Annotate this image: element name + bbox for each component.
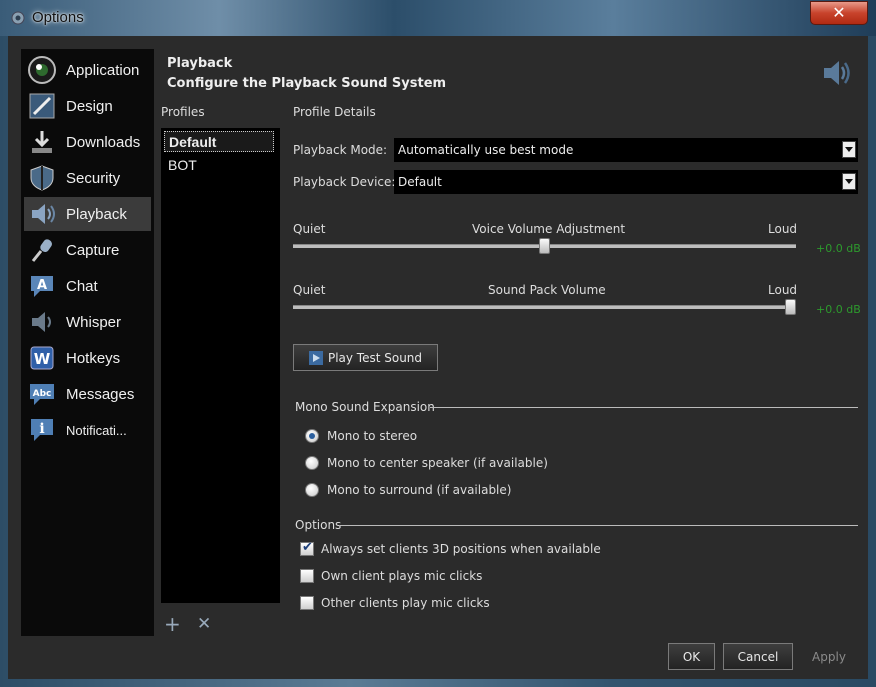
close-button[interactable]: ✕ bbox=[810, 1, 868, 25]
checkbox-other-mic-clicks[interactable] bbox=[300, 596, 314, 610]
sidebar-item-application[interactable]: Application bbox=[24, 53, 151, 87]
pack-volume-slider-thumb[interactable] bbox=[785, 299, 796, 315]
shield-icon bbox=[27, 163, 57, 193]
radio-mono-stereo[interactable] bbox=[305, 429, 319, 443]
checkbox-3d-positions[interactable] bbox=[300, 540, 314, 556]
microphone-icon bbox=[27, 235, 57, 265]
chevron-down-icon[interactable] bbox=[842, 141, 856, 158]
sidebar-item-messages[interactable]: Abc Messages bbox=[24, 377, 151, 411]
play-test-sound-button[interactable]: Play Test Sound bbox=[293, 344, 438, 371]
svg-text:i: i bbox=[39, 421, 44, 437]
sidebar-item-capture[interactable]: Capture bbox=[24, 233, 151, 267]
sidebar-item-label: Application bbox=[66, 61, 140, 79]
voice-volume-max-label: Loud bbox=[768, 222, 798, 236]
downloads-icon bbox=[27, 127, 57, 157]
checkbox-label[interactable]: Own client plays mic clicks bbox=[321, 569, 482, 583]
sidebar-item-whisper[interactable]: Whisper bbox=[24, 305, 151, 339]
page-subtitle: Configure the Playback Sound System bbox=[167, 76, 447, 91]
sidebar-item-label: Capture bbox=[66, 241, 120, 259]
playback-mode-value: Automatically use best mode bbox=[398, 143, 574, 157]
page-title: Playback bbox=[167, 56, 233, 71]
checkbox-label[interactable]: Other clients play mic clicks bbox=[321, 596, 490, 610]
sidebar-item-label: Messages bbox=[66, 385, 135, 403]
add-profile-button[interactable]: + bbox=[164, 612, 181, 636]
chat-icon: A bbox=[27, 271, 57, 301]
sidebar-item-label: Downloads bbox=[66, 133, 141, 151]
sidebar-item-label: Notificati... bbox=[66, 422, 127, 438]
window-title: Options bbox=[32, 9, 84, 26]
play-icon bbox=[308, 350, 323, 365]
sidebar-item-label: Hotkeys bbox=[66, 349, 121, 367]
radio-label[interactable]: Mono to center speaker (if available) bbox=[327, 456, 548, 470]
cancel-button[interactable]: Cancel bbox=[723, 643, 793, 670]
sidebar-item-hotkeys[interactable]: W Hotkeys bbox=[24, 341, 151, 375]
group-divider bbox=[340, 525, 858, 526]
sidebar-item-label: Playback bbox=[66, 205, 127, 223]
application-icon bbox=[27, 55, 57, 85]
title-bar: Options bbox=[0, 0, 876, 36]
voice-volume-readout: +0.0 dB bbox=[816, 242, 861, 255]
chevron-down-icon[interactable] bbox=[842, 173, 856, 190]
sidebar: Application Design Downloads Security Pl… bbox=[21, 49, 154, 636]
svg-text:W: W bbox=[34, 350, 51, 368]
svg-text:A: A bbox=[37, 278, 47, 293]
sidebar-item-label: Whisper bbox=[66, 313, 122, 331]
playback-device-select[interactable]: Default bbox=[394, 170, 858, 194]
profiles-list[interactable]: Default BOT bbox=[161, 128, 280, 603]
design-icon bbox=[27, 91, 57, 121]
sidebar-item-downloads[interactable]: Downloads bbox=[24, 125, 151, 159]
pack-volume-title: Sound Pack Volume bbox=[488, 283, 606, 297]
profiles-label: Profiles bbox=[161, 105, 205, 119]
speaker-icon bbox=[824, 61, 850, 85]
options-group-title: Options bbox=[295, 518, 342, 532]
list-item[interactable]: Default bbox=[164, 131, 274, 152]
sidebar-item-playback[interactable]: Playback bbox=[24, 197, 151, 231]
sidebar-item-chat[interactable]: A Chat bbox=[24, 269, 151, 303]
apply-button[interactable]: Apply bbox=[804, 643, 854, 670]
playback-mode-label: Playback Mode: bbox=[293, 143, 388, 157]
whisper-icon bbox=[27, 307, 57, 337]
remove-profile-button[interactable]: ✕ bbox=[197, 614, 211, 634]
radio-label[interactable]: Mono to stereo bbox=[327, 429, 417, 443]
sidebar-item-label: Design bbox=[66, 97, 113, 115]
radio-label[interactable]: Mono to surround (if available) bbox=[327, 483, 511, 497]
pack-volume-readout: +0.0 dB bbox=[816, 303, 861, 316]
sidebar-item-label: Chat bbox=[66, 277, 98, 295]
play-test-sound-label: Play Test Sound bbox=[327, 350, 423, 365]
playback-mode-select[interactable]: Automatically use best mode bbox=[394, 138, 858, 162]
svg-text:Abc: Abc bbox=[33, 389, 52, 399]
pack-volume-min-label: Quiet bbox=[293, 283, 326, 297]
sidebar-item-notifications[interactable]: i Notificati... bbox=[24, 413, 151, 447]
checkbox-own-mic-clicks[interactable] bbox=[300, 569, 314, 583]
messages-icon: Abc bbox=[27, 379, 57, 409]
sidebar-item-label: Security bbox=[66, 169, 121, 187]
profile-details-label: Profile Details bbox=[293, 105, 376, 119]
sidebar-item-security[interactable]: Security bbox=[24, 161, 151, 195]
mono-group-title: Mono Sound Expansion bbox=[295, 400, 435, 414]
ok-button[interactable]: OK bbox=[668, 643, 715, 670]
info-icon: i bbox=[27, 415, 57, 445]
list-item[interactable]: BOT bbox=[164, 155, 274, 176]
options-gear-icon bbox=[11, 11, 25, 25]
hotkeys-icon: W bbox=[27, 343, 57, 373]
playback-device-value: Default bbox=[398, 175, 442, 189]
sidebar-item-design[interactable]: Design bbox=[24, 89, 151, 123]
group-divider bbox=[430, 407, 858, 408]
playback-device-label: Playback Device: bbox=[293, 175, 396, 189]
voice-volume-min-label: Quiet bbox=[293, 222, 326, 236]
pack-volume-max-label: Loud bbox=[768, 283, 798, 297]
voice-volume-title: Voice Volume Adjustment bbox=[472, 222, 626, 236]
radio-mono-surround[interactable] bbox=[305, 483, 319, 497]
voice-volume-slider-thumb[interactable] bbox=[539, 238, 550, 254]
pack-volume-track[interactable] bbox=[293, 305, 796, 309]
checkbox-label[interactable]: Always set clients 3D positions when ava… bbox=[321, 542, 601, 556]
radio-mono-center[interactable] bbox=[305, 456, 319, 470]
speaker-icon bbox=[27, 199, 57, 229]
